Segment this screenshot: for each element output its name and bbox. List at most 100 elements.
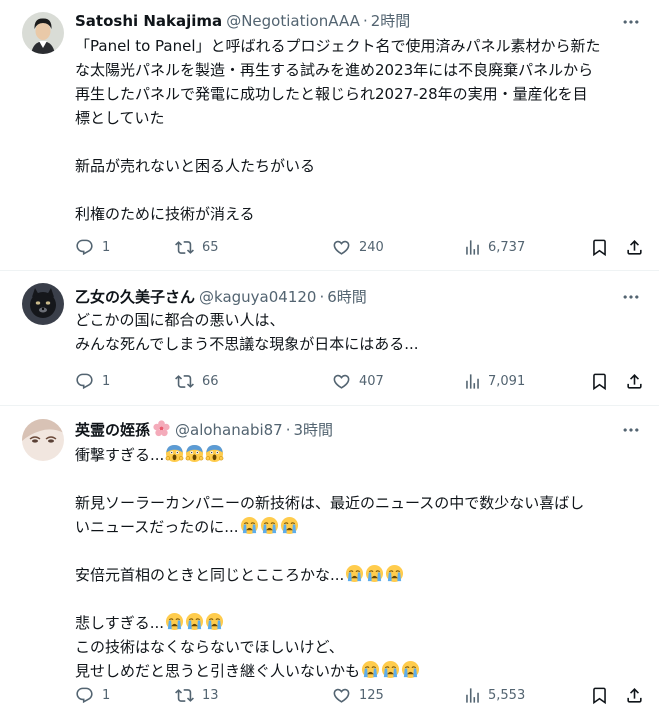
bookmark-icon [590,686,609,705]
like-button[interactable]: 240 [332,236,384,258]
repost-count: 65 [202,239,219,255]
display-name[interactable]: Satoshi Nakajima [75,12,222,30]
user-handle[interactable]: @alohanabi87 [175,421,283,439]
tweet-text-line: 衝撃すぎる... [75,443,645,467]
repost-count: 13 [202,687,219,703]
action-bar: 1 66 407 7,091 [75,370,650,392]
reply-count: 1 [102,373,111,389]
crying-face-emoji [280,516,299,535]
bookmark-button[interactable] [590,236,609,258]
tweet-1[interactable]: Satoshi Nakajima @NegotiationAAA · 2時間 「Pan… [0,0,659,271]
avatar[interactable] [22,283,64,325]
more-icon[interactable] [621,287,641,307]
cherry-blossom-emoji [153,420,170,437]
tweet-header: Satoshi Nakajima @NegotiationAAA · 2時間 [75,10,410,32]
views-button[interactable]: 6,737 [463,236,525,258]
share-icon [625,372,644,391]
repost-button[interactable]: 13 [175,684,219,706]
separator-dot: · [285,421,291,439]
tweet-text-segment: 悲しすぎる... [75,614,165,632]
share-icon [625,686,644,705]
share-button[interactable] [625,684,644,706]
crying-face-emoji [260,516,279,535]
crying-face-emoji [401,660,420,679]
crying-face-emoji [240,516,259,535]
tweet-text-line: 見せしめだと思うと引き継ぐ人いないかも [75,659,645,683]
repost-button[interactable]: 65 [175,236,219,258]
tweet-header: 英霊の姪孫 @alohanabi87 · 3時間 [75,419,333,441]
action-bar: 1 65 240 6,737 [75,236,650,258]
tweet-text-segment: 安倍元首相のときと同じとこころかな... [75,566,345,584]
screaming-face-emoji [205,444,224,463]
like-button[interactable]: 125 [332,684,384,706]
crying-face-emoji [385,564,404,583]
crying-face-emoji [185,612,204,631]
like-icon [332,686,351,705]
tweet-text-segment: 衝撃すぎる... [75,446,165,464]
tweet-header: 乙女の久美子さん @kaguya04120 · 6時間 [75,286,367,308]
reply-button[interactable]: 1 [75,684,110,706]
timestamp[interactable]: 6時間 [327,288,367,306]
tweet-3[interactable]: 英霊の姪孫 @alohanabi87 · 3時間 衝撃すぎる... 新見ソーラーカンパ… [0,406,659,718]
reply-button[interactable]: 1 [75,236,110,258]
screaming-face-emoji [185,444,204,463]
tweet-text-line: どこかの国に都合の悪い人は、 [75,311,285,329]
views-icon [463,686,482,705]
tweet-text: どこかの国に都合の悪い人は、 みんな死んでしまう不思議な現象が日本にはある... [75,308,645,356]
crying-face-emoji [381,660,400,679]
bookmark-icon [590,372,609,391]
tweet-text-line: 再生したパネルで発電に成功したと報じられ2027-28年の実用・量産化を目 [75,85,588,103]
like-icon [332,238,351,257]
views-button[interactable]: 7,091 [463,370,525,392]
crying-face-emoji [361,660,380,679]
tweet-text-line: な太陽光パネルを製造・再生する試みを進め2023年には不良廃棄パネルから [75,61,594,79]
avatar[interactable] [22,419,64,461]
share-button[interactable] [625,370,644,392]
display-name[interactable]: 乙女の久美子さん [75,288,195,306]
reply-icon [75,372,94,391]
tweet-text: 「Panel to Panel」と呼ばれるプロジェクト名で使用済みパネル素材から… [75,34,645,226]
like-count: 240 [359,239,384,255]
avatar[interactable] [22,12,64,54]
like-button[interactable]: 407 [332,370,384,392]
repost-icon [175,372,194,391]
reply-button[interactable]: 1 [75,370,110,392]
tweet-text-segment: いニュースだったのに... [75,518,239,536]
like-icon [332,372,351,391]
views-icon [463,372,482,391]
tweet-2[interactable]: 乙女の久美子さん @kaguya04120 · 6時間 どこかの国に都合の悪い人は、 … [0,271,659,406]
view-count: 7,091 [488,373,526,389]
crying-face-emoji [365,564,384,583]
bookmark-button[interactable] [590,684,609,706]
separator-dot: · [362,12,368,30]
tweet-text-line: この技術はなくならないでほしいけど、 [75,638,344,656]
user-handle[interactable]: @kaguya04120 [199,288,316,306]
reply-count: 1 [102,687,111,703]
views-button[interactable]: 5,553 [463,684,525,706]
repost-button[interactable]: 66 [175,370,219,392]
bookmark-button[interactable] [590,370,609,392]
user-handle[interactable]: @NegotiationAAA [226,12,360,30]
more-icon[interactable] [621,420,641,440]
display-name[interactable]: 英霊の姪孫 [75,421,150,439]
separator-dot: · [319,288,325,306]
avatar-image [22,419,64,461]
tweet-text-line: 新見ソーラーカンパニーの新技術は、最近のニュースの中で数少ない喜ばし [75,494,585,512]
timestamp[interactable]: 2時間 [371,12,411,30]
like-count: 125 [359,687,384,703]
tweet-text-line: 新品が売れないと困る人たちがいる [75,157,316,175]
action-bar: 1 13 125 5,553 [75,684,650,706]
tweet-text: 衝撃すぎる... 新見ソーラーカンパニーの新技術は、最近のニュースの中で数少ない… [75,443,645,683]
timestamp[interactable]: 3時間 [294,421,334,439]
share-button[interactable] [625,236,644,258]
tweet-text-line: 「Panel to Panel」と呼ばれるプロジェクト名で使用済みパネル素材から… [75,37,601,55]
repost-icon [175,238,194,257]
more-icon[interactable] [621,12,641,32]
bookmark-icon [590,238,609,257]
tweet-text-segment: 見せしめだと思うと引き継ぐ人いないかも [75,662,361,680]
views-icon [463,238,482,257]
repost-count: 66 [202,373,219,389]
